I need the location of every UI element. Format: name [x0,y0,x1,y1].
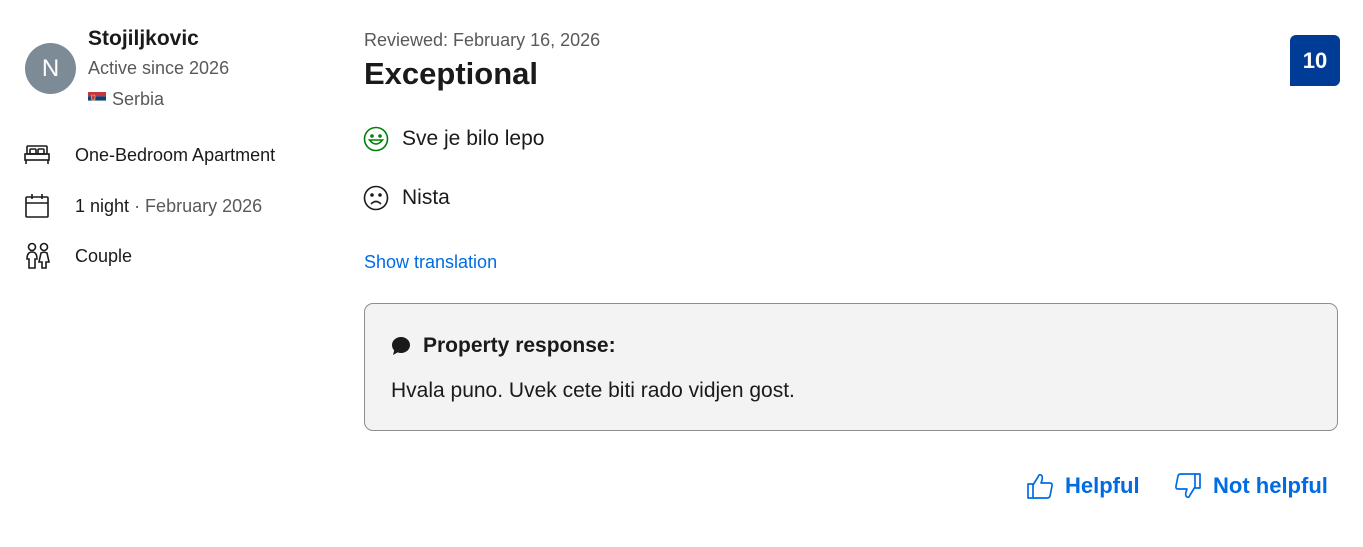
property-response-text: Hvala puno. Uvek cete biti rado vidjen g… [391,379,795,402]
speech-bubble-icon [391,336,411,356]
reviewer-country: Serbia [87,89,165,110]
calendar-icon [24,192,52,220]
stay-date: · February 2026 [134,195,263,216]
traveler-type-row: Couple [24,242,132,270]
bed-icon [24,141,52,169]
reviewer-name: Stojiljkovic [88,27,199,50]
couple-icon [24,242,52,270]
show-translation-link[interactable]: Show translation [364,252,497,273]
avatar: N [25,43,76,94]
thumbs-up-icon [1026,472,1054,500]
property-response-label: Property response: [423,334,616,357]
property-response-heading: Property response: [391,334,616,358]
helpful-label: Helpful [1065,473,1140,498]
property-response: Property response: Hvala puno. Uvek cete… [364,303,1338,431]
review-title: Exceptional [364,56,538,91]
stay-room-row: One-Bedroom Apartment [24,141,275,169]
review-card: N Stojiljkovic Active since 2026 Serbia [0,0,1363,547]
helpful-button[interactable]: Helpful [1026,472,1140,500]
smiley-face-icon [363,126,389,152]
sad-face-icon [363,185,389,211]
negative-comment-text: Nista [402,186,450,209]
negative-comment: Nista [363,185,450,211]
stay-nights: 1 night [75,195,130,216]
thumbs-down-icon [1174,472,1202,500]
not-helpful-button[interactable]: Not helpful [1174,472,1328,500]
stay-room-label: One-Bedroom Apartment [75,144,276,165]
serbia-flag-icon [87,89,107,106]
positive-comment-text: Sve je bilo lepo [402,127,545,150]
stay-duration: 1 night · February 2026 [75,196,262,217]
traveler-type-label: Couple [75,245,133,266]
not-helpful-label: Not helpful [1213,473,1328,498]
stay-duration-row: 1 night · February 2026 [24,192,262,220]
positive-comment: Sve je bilo lepo [363,126,544,152]
reviewer-country-label: Serbia [112,89,165,109]
review-score-badge: 10 [1290,35,1340,86]
reviewed-date: Reviewed: February 16, 2026 [364,30,601,50]
reviewer-active-since: Active since 2026 [88,58,230,78]
